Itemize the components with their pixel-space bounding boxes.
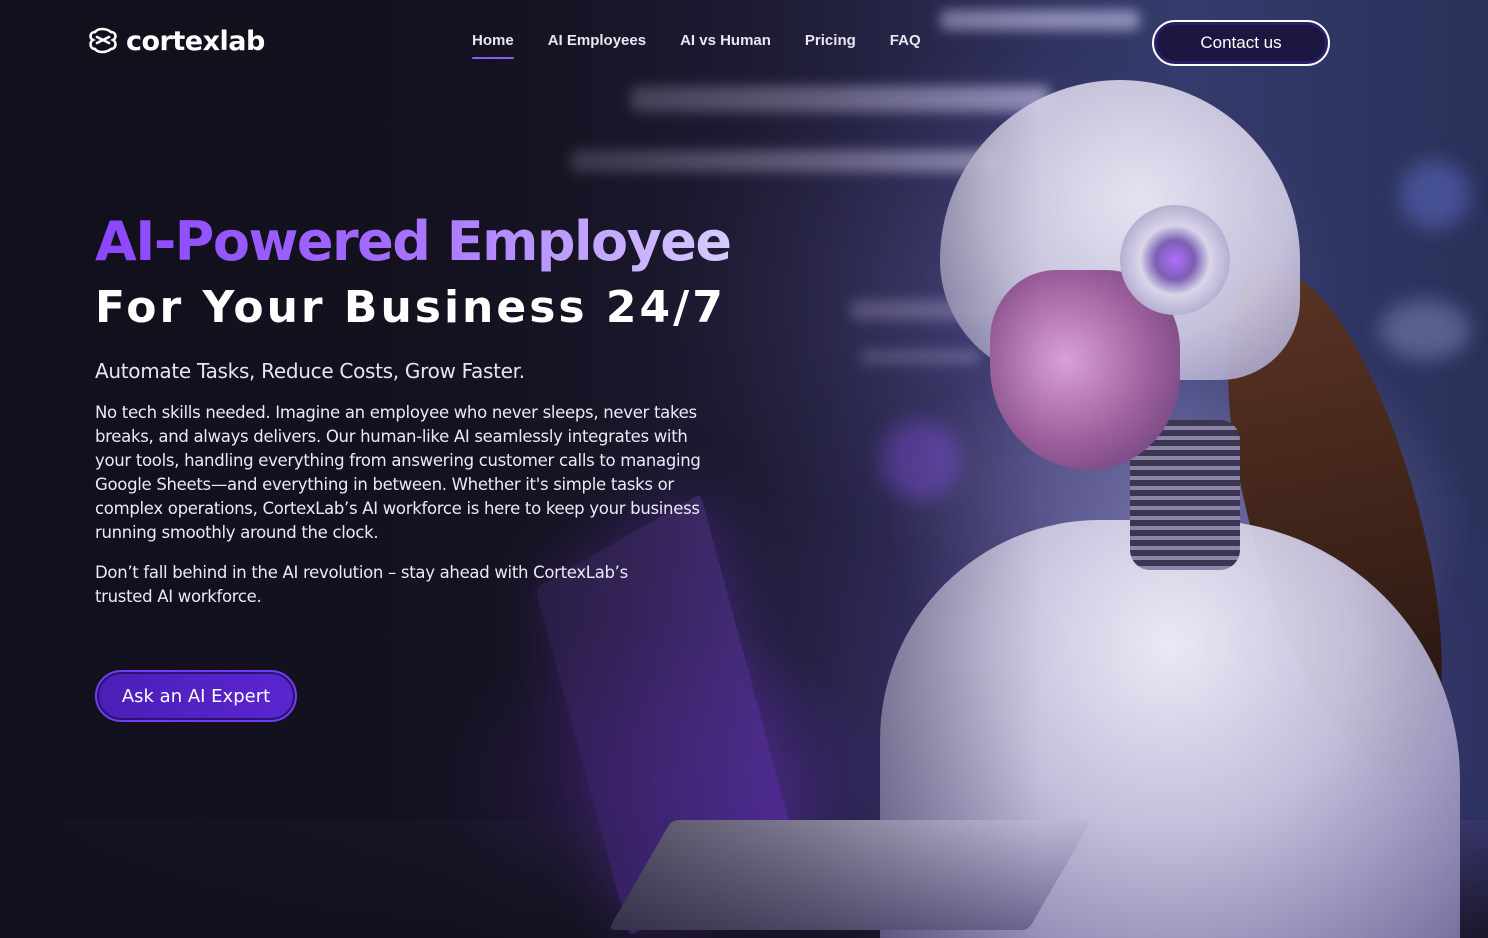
brain-icon bbox=[89, 27, 117, 54]
hero-tagline: Automate Tasks, Reduce Costs, Grow Faste… bbox=[95, 359, 525, 383]
hero-title: AI-Powered Employee bbox=[95, 210, 735, 274]
nav-ai-employees[interactable]: AI Employees bbox=[548, 32, 646, 59]
brand-logo[interactable]: cortexlab bbox=[86, 24, 265, 58]
contact-us-button[interactable]: Contact us bbox=[1152, 20, 1330, 66]
ask-ai-expert-button[interactable]: Ask an AI Expert bbox=[95, 670, 297, 722]
nav-home[interactable]: Home bbox=[472, 32, 514, 59]
hero-description: No tech skills needed. Imagine an employ… bbox=[95, 403, 701, 542]
nav-faq[interactable]: FAQ bbox=[890, 32, 921, 59]
main-navigation: Home AI Employees AI vs Human Pricing FA… bbox=[472, 32, 921, 59]
brand-name: cortexlab bbox=[126, 25, 265, 57]
hero-section: AI-Powered Employee For Your Business 24… bbox=[95, 210, 735, 609]
nav-ai-vs-human[interactable]: AI vs Human bbox=[680, 32, 771, 59]
hero-subtitle: For Your Business 24/7 bbox=[95, 282, 726, 333]
nav-pricing[interactable]: Pricing bbox=[805, 32, 856, 59]
hero-call-to-action-text: Don’t fall behind in the AI revolution –… bbox=[95, 563, 628, 606]
